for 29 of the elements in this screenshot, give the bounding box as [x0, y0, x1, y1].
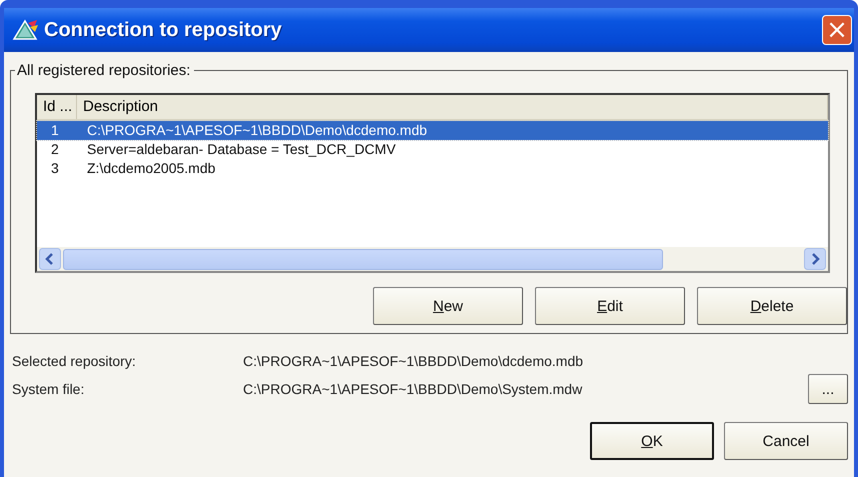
id-cell-text: 3 [50, 159, 60, 178]
list-action-button[interactable]: Edit [535, 287, 685, 325]
scroll-left-icon[interactable] [39, 248, 61, 270]
field-label: System file: [11, 381, 86, 397]
id-cell-text: 2 [50, 140, 60, 159]
browse-button[interactable]: ... [808, 374, 848, 404]
column-header[interactable]: Description [77, 95, 828, 119]
close-button[interactable]: × [822, 15, 852, 45]
window-title: Connection to repository [44, 18, 283, 42]
cancel-button[interactable]: Cancel [724, 422, 848, 460]
field-label: Selected repository: [11, 353, 137, 369]
horizontal-scrollbar[interactable] [37, 247, 828, 271]
prism-icon [12, 19, 38, 41]
path-value: C:\PROGRA~1\APESOF~1\BBDD\Demo\dcdemo.mdb [243, 353, 584, 369]
list-action-button[interactable]: Delete [697, 287, 847, 325]
list-action-button[interactable]: New [373, 287, 523, 325]
group-label: All registered repositories: [15, 62, 194, 79]
description-cell-text: Server=aldebaran- Database = Test_DCR_DCMV [86, 140, 396, 159]
description-cell-text: C:\PROGRA~1\APESOF~1\BBDD\Demo\dcdemo.mdb [86, 121, 428, 140]
list-row[interactable]: 2 Server=aldebaran- Database = Test_DCR_DCMV [37, 140, 828, 159]
path-value: C:\PROGRA~1\APESOF~1\BBDD\Demo\System.mdw [243, 381, 584, 397]
id-cell-text: 1 [50, 121, 60, 140]
ok-button[interactable]: OK [590, 422, 714, 460]
description-cell-text: Z:\dcdemo2005.mdb [86, 159, 216, 178]
column-header[interactable]: Id ... [37, 95, 77, 119]
list-row[interactable]: 1 C:\PROGRA~1\APESOF~1\BBDD\Demo\dcdemo.mdb [37, 121, 828, 140]
scroll-right-icon[interactable] [804, 248, 826, 270]
scrollbar-thumb[interactable] [63, 248, 663, 270]
list-row[interactable]: 3 Z:\dcdemo2005.mdb [37, 159, 828, 178]
